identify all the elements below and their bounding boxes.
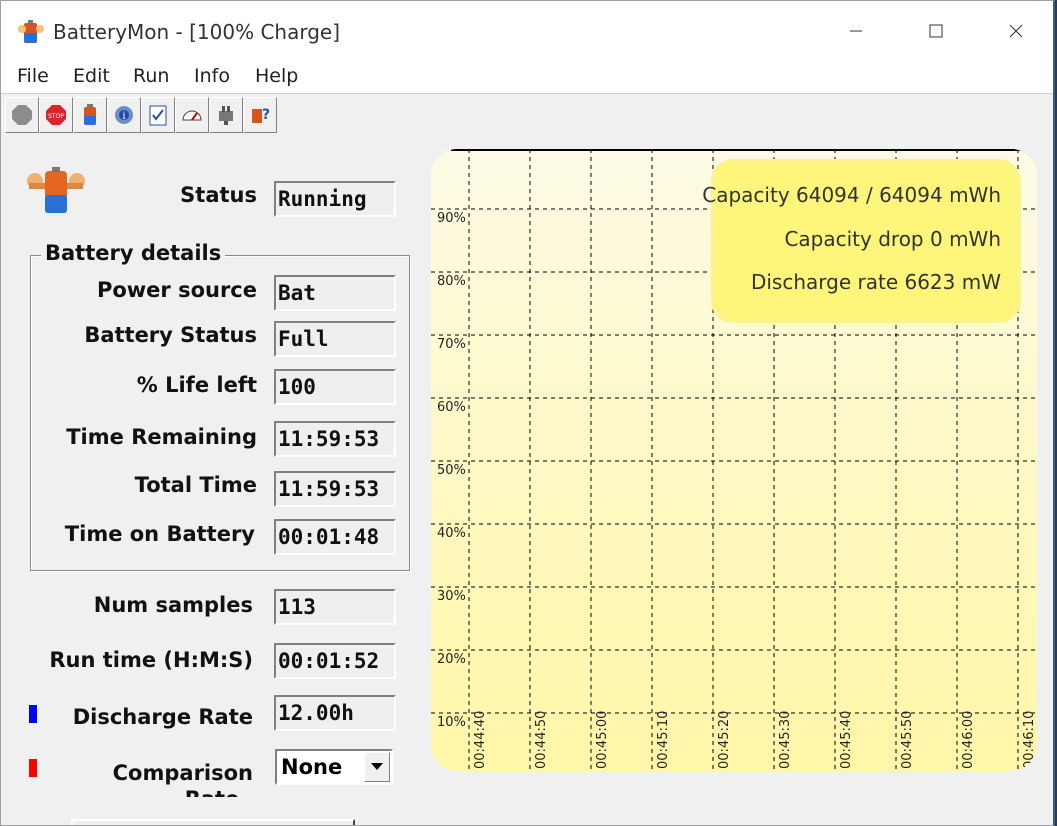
battery-app-icon xyxy=(18,20,44,43)
life-left-value: 100 xyxy=(274,369,396,405)
chart-xtick-label: 00:45:40 xyxy=(839,710,854,769)
menu-info[interactable]: Info xyxy=(194,65,230,87)
plug-icon xyxy=(219,106,233,125)
chart-xtick-label: 00:45:30 xyxy=(778,710,793,769)
battery-details-title: Battery details xyxy=(41,241,226,265)
time-on-battery-value: 00:01:48 xyxy=(274,519,396,555)
legend-discharge-rate: Discharge rate 6623 mW xyxy=(750,270,1001,294)
help-button[interactable]: ? xyxy=(243,97,277,133)
stop-sign-icon: STOP xyxy=(46,105,66,125)
time-on-battery-label: Time on Battery xyxy=(64,522,255,546)
stop-gray-button[interactable] xyxy=(5,97,39,133)
chart-ytick-label: 20% xyxy=(437,652,466,667)
time-remaining-value: 11:59:53 xyxy=(274,421,396,457)
stop-button[interactable]: STOP xyxy=(39,97,73,133)
maximize-button[interactable] xyxy=(896,9,976,53)
menu-file[interactable]: File xyxy=(17,65,49,87)
status-label: Status xyxy=(180,183,257,207)
gauge-icon xyxy=(182,110,202,121)
plug-button[interactable] xyxy=(209,97,243,133)
chart-xtick-label: 00:45:20 xyxy=(717,710,732,769)
chart-xtick-label: 00:45:00 xyxy=(595,710,610,769)
chart-xtick-label: 00:46:10 xyxy=(1022,710,1037,769)
power-source-label: Power source xyxy=(96,278,257,302)
checklist-icon xyxy=(149,105,167,126)
chart-ytick-label: 80% xyxy=(437,274,466,289)
time-remaining-label: Time Remaining xyxy=(66,425,257,449)
chart-ytick-label: 50% xyxy=(437,463,466,478)
chart-ytick-label: 70% xyxy=(437,337,466,352)
battery-mascot-icon xyxy=(27,167,85,213)
chart-xtick-label: 00:44:40 xyxy=(473,710,488,769)
menu-run[interactable]: Run xyxy=(133,65,169,87)
maximize-icon xyxy=(929,24,943,38)
comparison-color-marker xyxy=(29,759,37,777)
discharge-rate-color-marker xyxy=(29,705,37,723)
comparison-label-cont: Rate xyxy=(41,787,253,797)
checklist-button[interactable] xyxy=(141,97,175,133)
menu-edit[interactable]: Edit xyxy=(73,65,110,87)
battery-icon xyxy=(84,104,96,125)
settings-info-button[interactable]: i xyxy=(107,97,141,133)
app-window: BatteryMon - [100% Charge] File Edit Run… xyxy=(0,0,1055,826)
chart-ytick-label: 90% xyxy=(437,211,466,226)
close-icon xyxy=(1009,24,1023,38)
num-samples-label: Num samples xyxy=(93,593,253,617)
battery-status-label: Battery Status xyxy=(84,323,257,347)
discharge-rate-label: Discharge Rate xyxy=(72,705,253,729)
num-samples-value: 113 xyxy=(274,589,396,625)
comparison-label: Comparison xyxy=(112,761,253,785)
battery-status-value: Full xyxy=(274,321,396,357)
toolbar: STOP i ? xyxy=(5,97,277,137)
gear-info-icon: i xyxy=(115,106,133,124)
chart-xtick-label: 00:44:50 xyxy=(534,710,549,769)
chart-xtick-label: 00:45:10 xyxy=(656,710,671,769)
chart-legend: Capacity 64094 / 64094 mWh Capacity drop… xyxy=(702,163,1017,319)
stop-gray-icon xyxy=(12,105,32,125)
svg-text:STOP: STOP xyxy=(48,113,64,120)
svg-text:i: i xyxy=(122,111,125,122)
chart-ytick-label: 30% xyxy=(437,589,466,604)
status-value: Running xyxy=(274,181,396,217)
power-source-value: Bat xyxy=(274,275,396,311)
chart-ytick-label: 10% xyxy=(437,715,466,730)
window-title: BatteryMon - [100% Charge] xyxy=(53,20,341,44)
comparison-select[interactable]: None xyxy=(275,749,393,785)
chart-ytick-label: 60% xyxy=(437,400,466,415)
battery-button[interactable] xyxy=(73,97,107,133)
minimize-button[interactable] xyxy=(816,9,896,53)
close-button[interactable] xyxy=(976,9,1053,53)
menu-bar: File Edit Run Info Help xyxy=(1,61,1053,94)
chart-xtick-label: 00:46:00 xyxy=(961,710,976,769)
life-left-label: % Life left xyxy=(136,373,257,397)
chevron-down-icon xyxy=(371,763,383,770)
chart-xtick-label: 00:45:50 xyxy=(900,710,915,769)
title-bar[interactable]: BatteryMon - [100% Charge] xyxy=(1,1,1053,61)
run-time-label: Run time (H:M:S) xyxy=(49,648,253,672)
bottom-button[interactable] xyxy=(71,819,355,825)
legend-capacity: Capacity 64094 / 64094 mWh xyxy=(702,183,1001,207)
comparison-select-value: None xyxy=(281,755,343,779)
comparison-dropdown-button[interactable] xyxy=(364,752,390,782)
total-time-value: 11:59:53 xyxy=(274,471,396,507)
help-person-icon: ? xyxy=(252,107,270,123)
menu-help[interactable]: Help xyxy=(255,65,298,87)
svg-text:?: ? xyxy=(262,107,270,123)
total-time-label: Total Time xyxy=(134,473,257,497)
discharge-rate-value: 12.00h xyxy=(274,695,396,731)
legend-capacity-drop: Capacity drop 0 mWh xyxy=(784,227,1001,251)
chart-ytick-label: 40% xyxy=(437,526,466,541)
run-time-value: 00:01:52 xyxy=(274,643,396,679)
battery-chart: 90% 80% 70% 60% 50% 40% 30% 20% 10% 00:44:40 00:4… xyxy=(431,149,1037,771)
gauge-button[interactable] xyxy=(175,97,209,133)
minimize-icon xyxy=(850,30,862,32)
